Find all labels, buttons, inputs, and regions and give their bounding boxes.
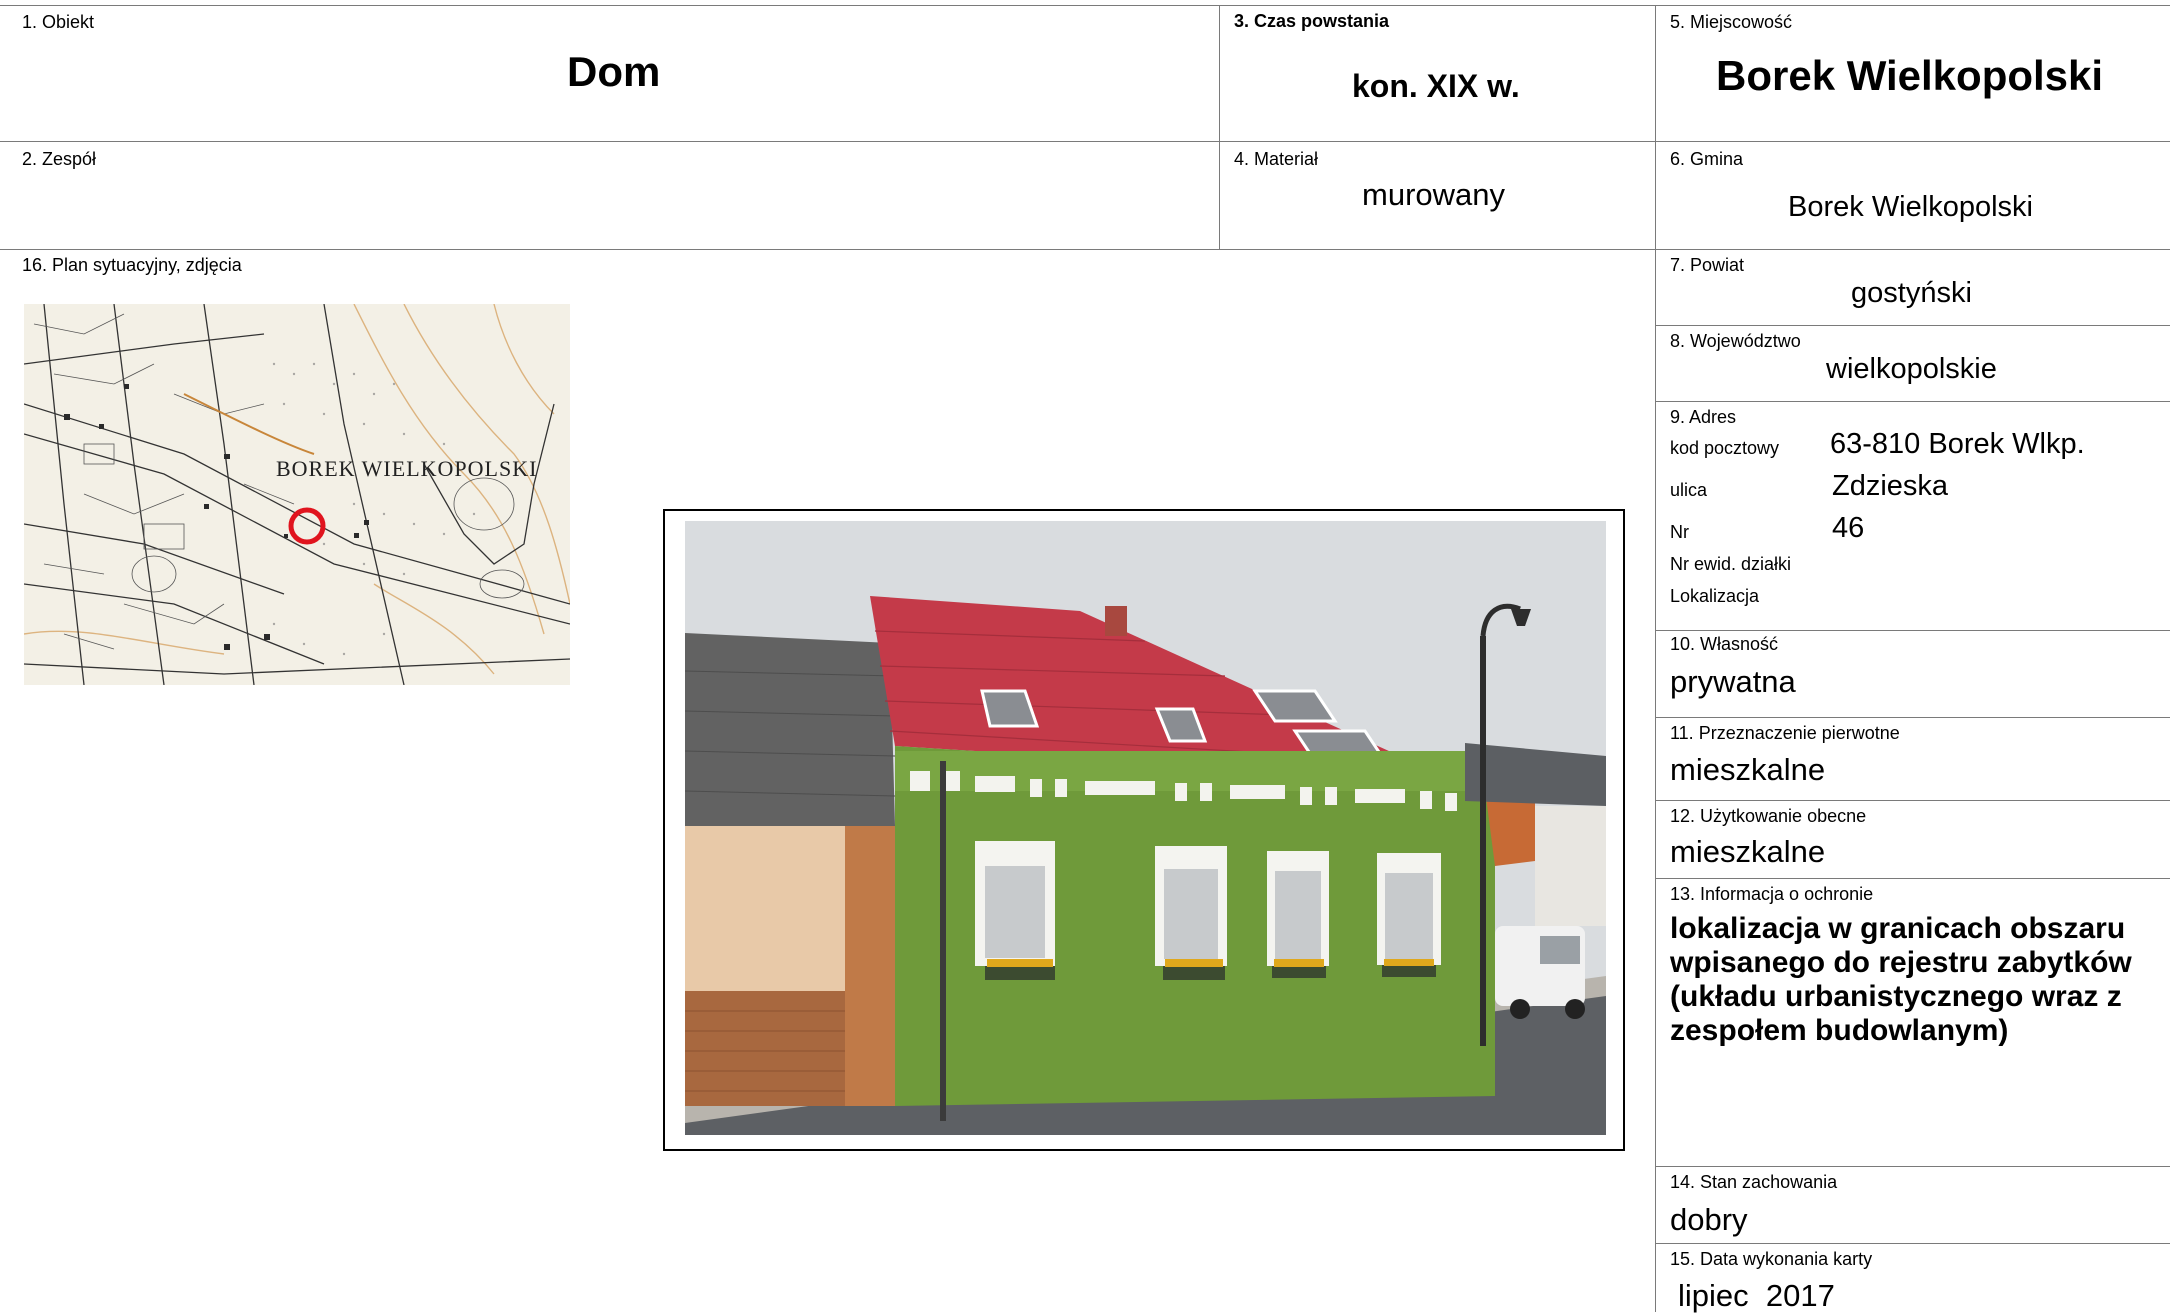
wojewodztwo-value: wielkopolskie xyxy=(1826,353,1997,385)
nr-label: Nr xyxy=(1670,522,1689,542)
material-value: murowany xyxy=(1362,177,1505,212)
rule-col1 xyxy=(1219,5,1220,249)
nr-value: 46 xyxy=(1832,512,1865,544)
situation-map: BOREK WIELKOPOLSKI xyxy=(24,304,570,685)
obiekt-value: Dom xyxy=(567,48,661,95)
house-photo-frame xyxy=(663,509,1625,1151)
rule-powiat xyxy=(1656,325,2170,326)
rule-row2 xyxy=(0,249,2170,250)
ochrona-value: lokalizacja w granicach obszaru wpisaneg… xyxy=(1670,912,2132,1047)
rule-wlasnosc xyxy=(1656,717,2170,718)
przeznaczenie-label: 11. Przeznaczenie pierwotne xyxy=(1670,723,1900,743)
gmina-value: Borek Wielkopolski xyxy=(1788,191,2033,223)
rule-ochrona xyxy=(1656,1166,2170,1167)
rule-adres xyxy=(1656,630,2170,631)
wlasnosc-label: 10. Własność xyxy=(1670,634,1779,654)
uzytkowanie-value: mieszkalne xyxy=(1670,834,1826,869)
miejscowosc-value: Borek Wielkopolski xyxy=(1716,52,2104,99)
rule-top xyxy=(0,5,2170,6)
czas-label: 3. Czas powstania xyxy=(1234,11,1390,31)
stan-value: dobry xyxy=(1670,1202,1748,1237)
wlasnosc-value: prywatna xyxy=(1670,664,1796,699)
przeznaczenie-value: mieszkalne xyxy=(1670,752,1826,787)
rule-col2 xyxy=(1655,5,1656,1312)
rule-woj xyxy=(1656,401,2170,402)
gmina-label: 6. Gmina xyxy=(1670,149,1744,169)
dzialka-label: Nr ewid. działki xyxy=(1670,554,1792,574)
miejscowosc-label: 5. Miejscowość xyxy=(1670,12,1793,32)
kod-value: 63-810 Borek Wlkp. xyxy=(1830,428,2085,460)
lokalizacja-label: Lokalizacja xyxy=(1670,586,1760,606)
data-label: 15. Data wykonania karty xyxy=(1670,1249,1873,1269)
adres-label: 9. Adres xyxy=(1670,407,1737,427)
obiekt-label: 1. Obiekt xyxy=(22,12,95,32)
data-value: lipiec 2017 xyxy=(1678,1278,1835,1313)
czas-value: kon. XIX w. xyxy=(1352,68,1520,104)
zespol-label: 2. Zespół xyxy=(22,149,97,169)
powiat-value: gostyński xyxy=(1851,277,1972,309)
plan-label: 16. Plan sytuacyjny, zdjęcia xyxy=(22,255,242,275)
stan-label: 14. Stan zachowania xyxy=(1670,1172,1838,1192)
uzytkowanie-label: 12. Użytkowanie obecne xyxy=(1670,806,1867,826)
rule-uzyt xyxy=(1656,878,2170,879)
rule-przezn xyxy=(1656,800,2170,801)
ochrona-label: 13. Informacja o ochronie xyxy=(1670,884,1874,904)
kod-label: kod pocztowy xyxy=(1670,438,1780,458)
ulica-label: ulica xyxy=(1670,480,1708,500)
wojewodztwo-label: 8. Województwo xyxy=(1670,331,1801,351)
ulica-value: Zdzieska xyxy=(1832,470,1949,502)
rule-stan xyxy=(1656,1243,2170,1244)
map-place-name: BOREK WIELKOPOLSKI xyxy=(276,456,537,481)
house-photo xyxy=(685,521,1606,1135)
material-label: 4. Materiał xyxy=(1234,149,1319,169)
rule-row1 xyxy=(0,141,2170,142)
powiat-label: 7. Powiat xyxy=(1670,255,1745,275)
